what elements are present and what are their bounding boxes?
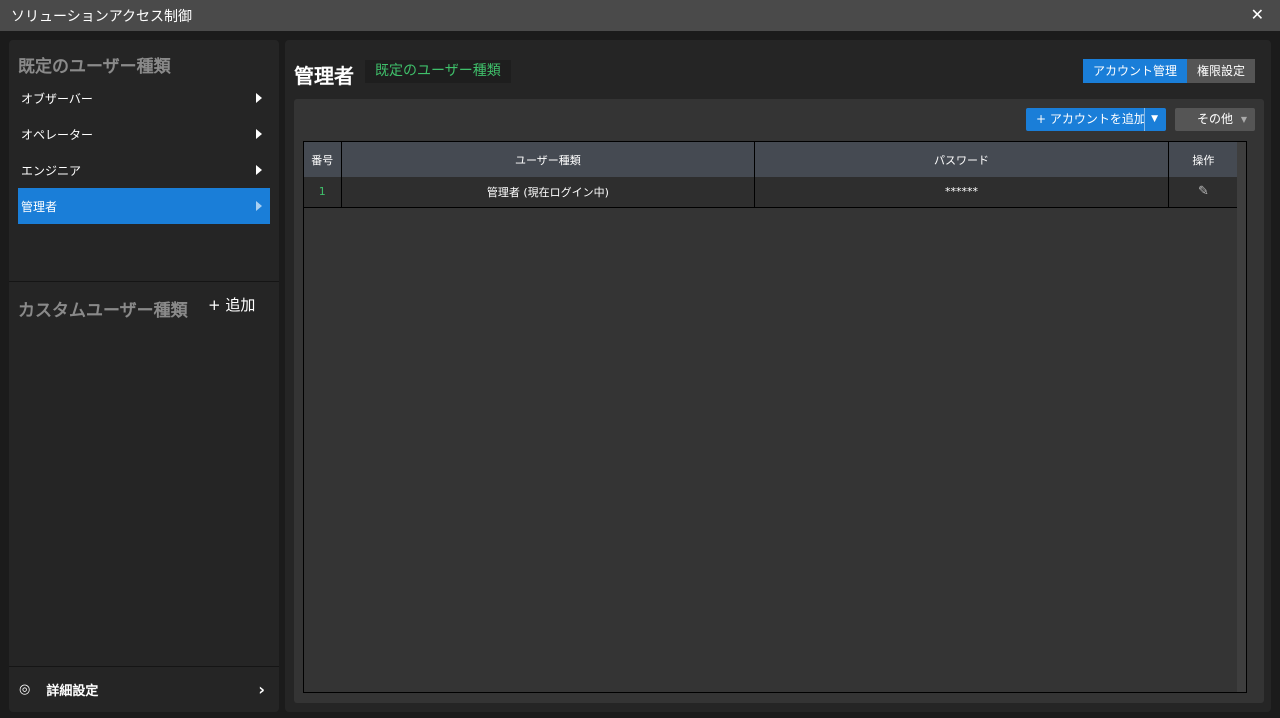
add-custom-type-button[interactable]: + 追加 — [208, 294, 255, 315]
tab-account-management[interactable]: アカウント管理 — [1082, 59, 1187, 83]
main-panel: 管理者 既定のユーザー種類 アカウント管理 権限設定 + アカウントを追加 ▼ … — [285, 40, 1271, 712]
advanced-label: 詳細設定 — [46, 684, 99, 699]
other-menu-button[interactable]: その他 ▼ — [1175, 108, 1255, 131]
accounts-table: 番号 ユーザー種類 パスワード 操作 1 管理者 (現在ログイン中) *****… — [303, 141, 1247, 693]
edit-icon[interactable]: ✎ — [1168, 177, 1240, 208]
dropdown-arrow-icon: ▼ — [1240, 115, 1247, 124]
advanced-settings-button[interactable]: ◎ 詳細設定 › — [9, 666, 279, 712]
dropdown-arrow-icon[interactable]: ▼ — [1144, 108, 1158, 131]
chevron-right-icon — [256, 165, 262, 175]
page-title: 管理者 — [294, 64, 354, 88]
sidebar-item-observer[interactable]: オブザーバー — [18, 80, 270, 116]
row-user-type: 管理者 (現在ログイン中) — [341, 177, 756, 208]
item-label: オペレーター — [21, 127, 94, 142]
divider — [9, 281, 279, 282]
col-actions: 操作 — [1168, 142, 1240, 177]
type-badge: 既定のユーザー種類 — [365, 60, 511, 83]
add-account-button[interactable]: + アカウントを追加 ▼ — [1026, 108, 1166, 131]
sidebar-item-admin[interactable]: 管理者 — [18, 188, 270, 224]
sidebar-item-engineer[interactable]: エンジニア — [18, 152, 270, 188]
row-number: 1 — [304, 177, 342, 208]
table-header: 番号 ユーザー種類 パスワード 操作 — [304, 142, 1240, 177]
table-row[interactable]: 1 管理者 (現在ログイン中) ****** ✎ — [304, 177, 1240, 208]
col-number: 番号 — [304, 142, 342, 177]
sidebar-item-operator[interactable]: オペレーター — [18, 116, 270, 152]
chevron-right-icon — [256, 93, 262, 103]
accounts-panel: + アカウントを追加 ▼ その他 ▼ 番号 ユーザー種類 パスワード 操作 1 … — [294, 99, 1264, 703]
chevron-right-icon: › — [258, 680, 265, 699]
view-tabs: アカウント管理 権限設定 — [1082, 59, 1255, 83]
item-label: オブザーバー — [21, 91, 93, 106]
gear-icon: ◎ — [19, 682, 31, 697]
tab-permission-settings[interactable]: 権限設定 — [1186, 59, 1255, 83]
chevron-right-icon — [256, 201, 262, 211]
chevron-right-icon — [256, 129, 262, 139]
add-account-label: + アカウントを追加 — [1036, 112, 1146, 126]
sidebar: 既定のユーザー種類 オブザーバー オペレーター エンジニア 管理者 カスタムユー… — [9, 40, 279, 712]
window-title: ソリューションアクセス制御 — [11, 8, 193, 25]
custom-title: カスタムユーザー種類 — [18, 301, 188, 321]
other-label: その他 — [1197, 112, 1234, 126]
col-password: パスワード — [754, 142, 1169, 177]
close-icon[interactable]: ✕ — [1251, 5, 1264, 24]
preset-title: 既定のユーザー種類 — [18, 57, 171, 77]
item-label: 管理者 — [21, 199, 58, 214]
item-label: エンジニア — [21, 163, 82, 178]
col-user-type: ユーザー種類 — [341, 142, 756, 177]
row-password: ****** — [754, 177, 1169, 208]
title-bar: ソリューションアクセス制御 ✕ — [0, 0, 1280, 31]
scrollbar[interactable] — [1237, 142, 1246, 692]
